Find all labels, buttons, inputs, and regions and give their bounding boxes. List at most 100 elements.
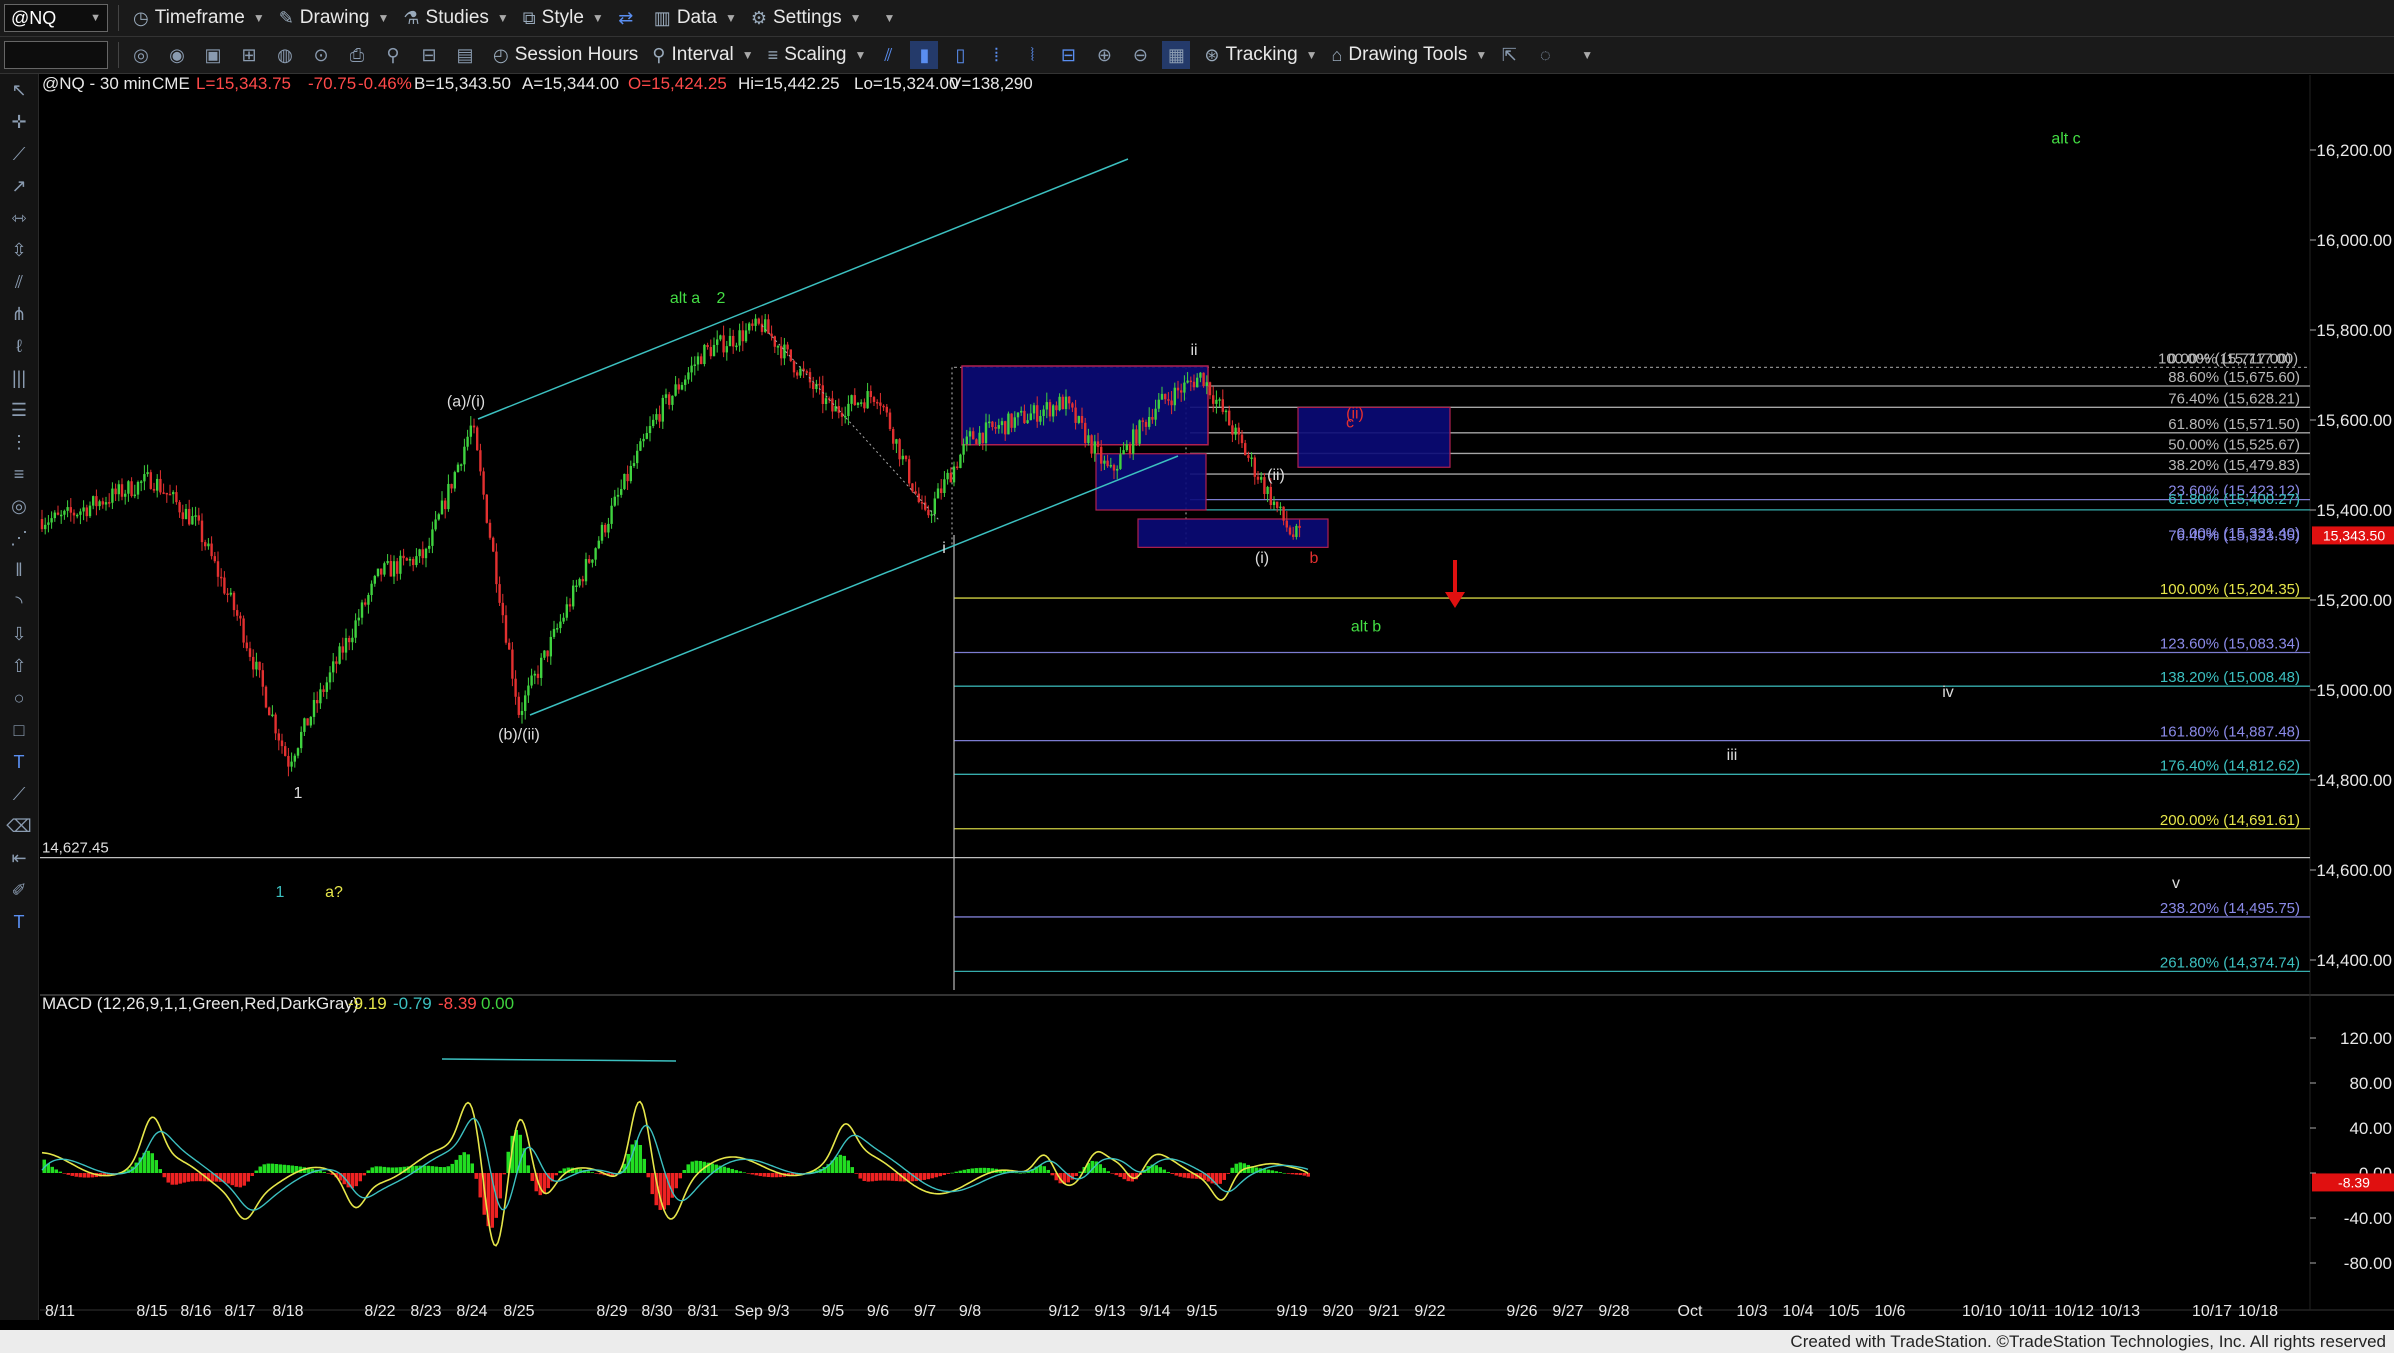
alert-icon[interactable]: ▤ xyxy=(451,41,479,69)
link-windows-icon[interactable]: ⇄ xyxy=(612,4,640,32)
brush-icon[interactable]: ℓ xyxy=(0,330,38,362)
bars-icon[interactable]: ||| xyxy=(0,362,38,394)
candle-body xyxy=(1020,410,1023,413)
data-window-icon[interactable]: ▦ xyxy=(1162,41,1191,69)
drawing-tools-menu[interactable]: ⌂ Drawing Tools ▼ xyxy=(1332,44,1488,66)
text-icon[interactable]: T xyxy=(0,746,38,778)
timeframe-menu[interactable]: ◷ Timeframe ▼ xyxy=(133,7,265,29)
macd-histogram-bar xyxy=(278,1164,282,1173)
macd-histogram-bar xyxy=(1154,1165,1158,1173)
hollow-candle-icon[interactable]: ▯ xyxy=(946,41,974,69)
chat-icon[interactable]: ◌ xyxy=(1531,41,1559,69)
macd-histogram-bar xyxy=(226,1173,230,1184)
interval-menu[interactable]: ⚲ Interval ▼ xyxy=(652,44,753,66)
candle-body xyxy=(517,696,520,715)
text-tool-icon[interactable]: T xyxy=(0,906,38,938)
fib-fan-icon[interactable]: ⋰ xyxy=(0,522,38,554)
drawing-object-icon[interactable]: ✐ xyxy=(0,874,38,906)
pointer-icon[interactable]: ↖ xyxy=(0,74,38,106)
crosshair-icon[interactable]: ✛ xyxy=(0,106,38,138)
fib-levels-icon[interactable]: ≡ xyxy=(0,458,38,490)
chevron-down-icon[interactable]: ▼ xyxy=(90,12,101,24)
fib-retracement-icon[interactable]: ☰ xyxy=(0,394,38,426)
candle-body xyxy=(1221,399,1224,412)
macd-histogram-bar xyxy=(694,1160,698,1173)
ellipse-icon[interactable]: ○ xyxy=(0,682,38,714)
settings-menu[interactable]: ⚙ Settings ▼ xyxy=(751,7,862,29)
globe-icon[interactable]: ◍ xyxy=(271,41,299,69)
arc-icon[interactable]: ◝ xyxy=(0,586,38,618)
down-arrow-icon[interactable]: ⇩ xyxy=(0,618,38,650)
price-chart[interactable]: 100.00% (15,717.00)0.00% (15,717.00)88.6… xyxy=(0,0,2394,1353)
zone-boxes xyxy=(961,365,1451,548)
up-arrow-icon[interactable]: ⇧ xyxy=(0,650,38,682)
fib-label: 100.00% (15,204.35) xyxy=(2160,581,2300,598)
candle-body xyxy=(184,508,188,520)
more-menu[interactable]: ▼ xyxy=(1573,48,1593,62)
studies-menu[interactable]: ⚗ Studies ▼ xyxy=(403,7,508,29)
candle-body xyxy=(82,507,85,512)
candle-body xyxy=(716,339,719,345)
candle-body xyxy=(40,519,44,530)
zoom-in-bars-icon[interactable]: ⦚ xyxy=(1018,41,1046,69)
candle-body xyxy=(872,397,876,402)
zoom-out-icon[interactable]: ⊖ xyxy=(1126,41,1154,69)
export-icon[interactable]: ⇱ xyxy=(1495,41,1523,69)
layout-icon[interactable]: ⊟ xyxy=(1054,41,1082,69)
chevron-down-icon: ▼ xyxy=(883,11,896,25)
cycle-icon[interactable]: ◉ xyxy=(163,41,191,69)
y-tick-label: 16,000.00 xyxy=(2316,231,2392,250)
candle-body xyxy=(1176,387,1180,391)
ruler-icon[interactable]: ⟋ xyxy=(0,778,38,810)
session-hours-button[interactable]: ◴ Session Hours xyxy=(493,44,638,66)
macd-value-3: -8.39 xyxy=(438,994,477,1013)
refresh-icon[interactable]: ◎ xyxy=(127,41,155,69)
drawing-menu[interactable]: ✎ Drawing ▼ xyxy=(279,7,390,29)
rectangle-icon[interactable]: □ xyxy=(0,714,38,746)
camera-icon[interactable]: ⊙ xyxy=(307,41,335,69)
horizontal-line-icon[interactable]: ⇿ xyxy=(0,202,38,234)
macd-histogram-bar xyxy=(166,1173,170,1183)
candle-body xyxy=(850,395,853,404)
bar-style-icon[interactable]: ⫽ xyxy=(874,41,902,69)
settings-label: Settings xyxy=(772,7,842,28)
snap-icon[interactable]: ⇤ xyxy=(0,842,38,874)
channel-icon[interactable]: ⫽ xyxy=(0,266,38,298)
workspace-select[interactable] xyxy=(4,41,108,69)
macd-histogram-bar xyxy=(62,1173,66,1174)
drawing-tools-label: Drawing Tools xyxy=(1348,44,1468,65)
fib-extension-icon[interactable]: ⋮ xyxy=(0,426,38,458)
grid-icon[interactable]: ⊞ xyxy=(235,41,263,69)
more-menu[interactable]: ▼ xyxy=(876,11,896,25)
candle-style-icon[interactable]: ▮ xyxy=(910,41,939,69)
macd-histogram-bar xyxy=(150,1153,154,1173)
window-icon[interactable]: ▣ xyxy=(199,41,227,69)
macd-histogram-bar xyxy=(1182,1173,1186,1178)
macd-histogram-bar xyxy=(394,1167,398,1173)
x-tick-label: 10/18 xyxy=(2238,1303,2278,1320)
tracking-menu[interactable]: ⊛ Tracking ▼ xyxy=(1204,44,1317,66)
ray-icon[interactable]: ↗ xyxy=(0,170,38,202)
pitchfork-icon[interactable]: ⋔ xyxy=(0,298,38,330)
data-menu[interactable]: ▥ Data ▼ xyxy=(654,7,737,29)
lock-icon[interactable]: ⊟ xyxy=(415,41,443,69)
gann-icon[interactable]: ‖ xyxy=(0,554,38,586)
macd-histogram-bar xyxy=(1226,1173,1230,1174)
vertical-line-icon[interactable]: ⇳ xyxy=(0,234,38,266)
zoom-in-icon[interactable]: ⊕ xyxy=(1090,41,1118,69)
candle-body xyxy=(469,425,472,437)
eraser-icon[interactable]: ⌫ xyxy=(0,810,38,842)
zoom-out-bars-icon[interactable]: ⦙ xyxy=(982,41,1010,69)
style-menu[interactable]: ⧉ Style ▼ xyxy=(523,7,604,29)
scaling-menu[interactable]: ≡ Scaling ▼ xyxy=(768,44,867,66)
candle-body xyxy=(495,551,498,585)
symbol-input[interactable]: @NQ ▼ xyxy=(4,4,108,32)
x-tick-label: 8/15 xyxy=(136,1303,167,1320)
search-icon[interactable]: ⚲ xyxy=(379,41,407,69)
print-icon[interactable]: ⎙ xyxy=(343,41,371,69)
macd-histogram-bar xyxy=(1278,1172,1282,1173)
trendline-icon[interactable]: ⟋ xyxy=(0,138,38,170)
fib-circle-icon[interactable]: ◎ xyxy=(0,490,38,522)
candle-body xyxy=(1256,476,1260,480)
wave-label: iii xyxy=(1727,747,1738,764)
